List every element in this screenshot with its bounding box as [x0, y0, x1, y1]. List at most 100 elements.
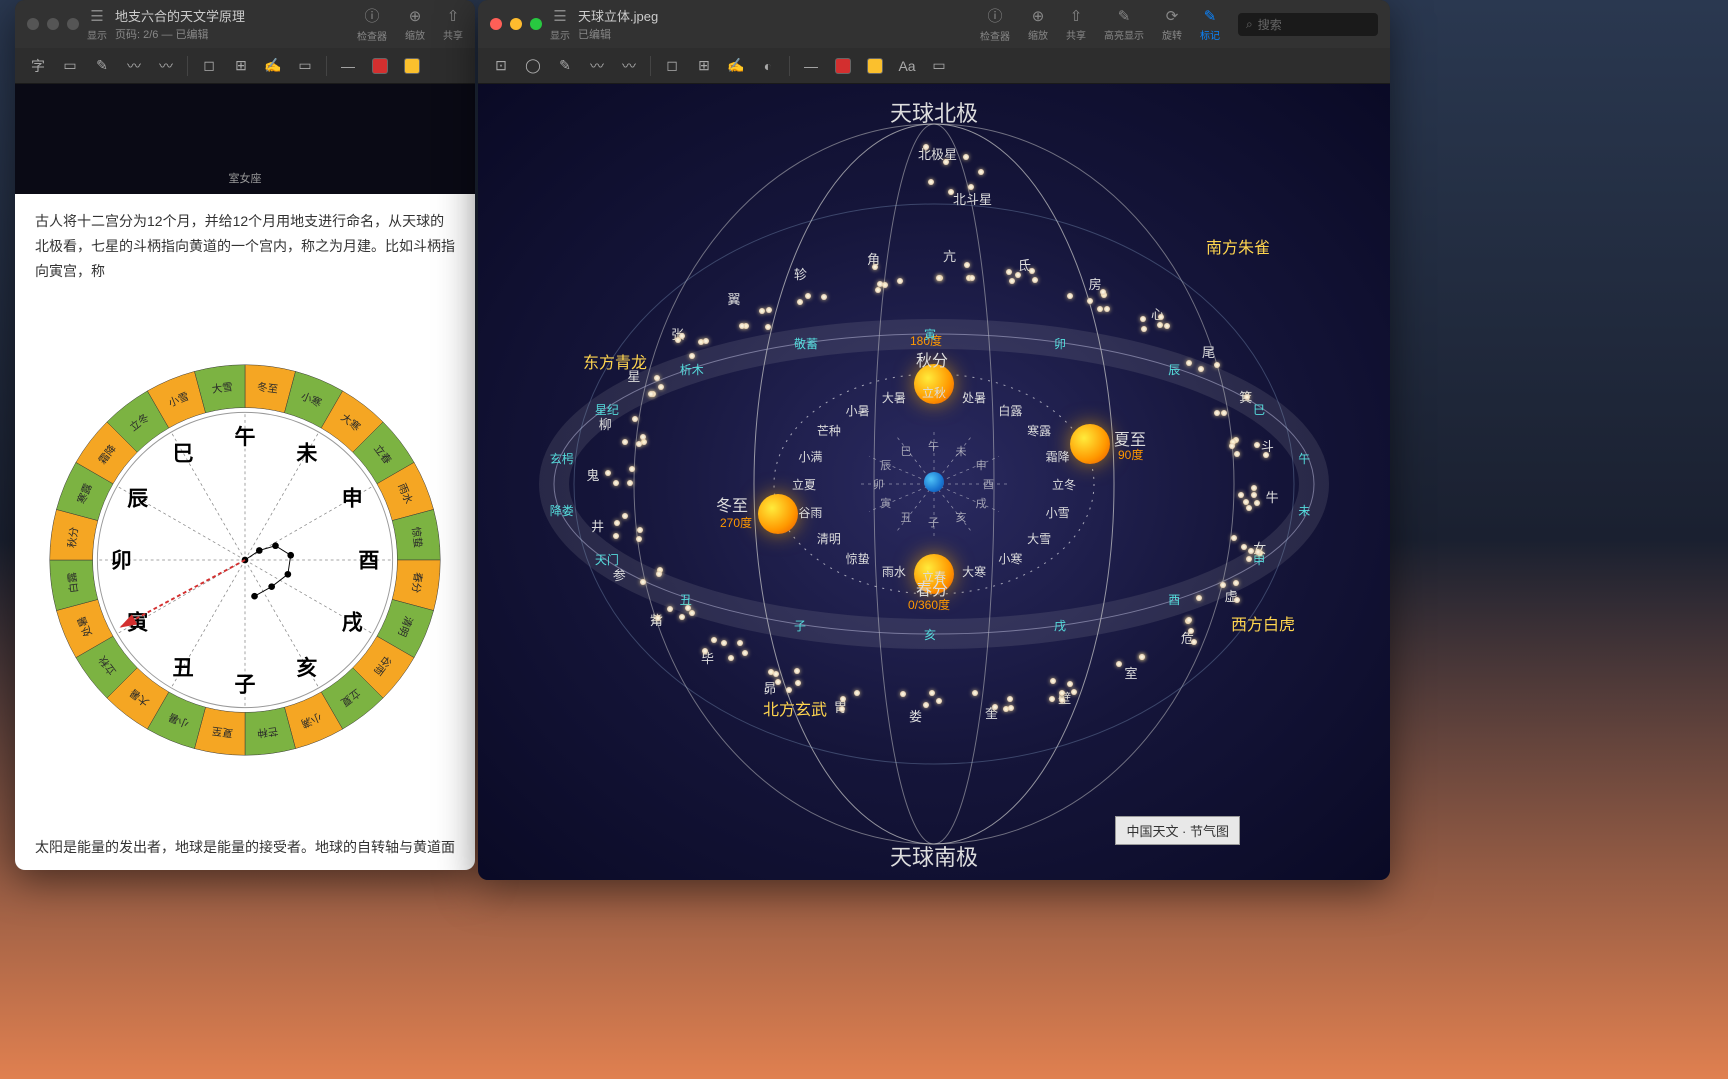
term-清明: 清明 — [817, 530, 841, 547]
sidebar-toggle[interactable]: ☰显示 — [87, 7, 107, 42]
zoom-button[interactable]: ⊕缩放 — [405, 7, 425, 42]
term-立冬: 立冬 — [1052, 476, 1076, 493]
font-tool[interactable]: Aa — [894, 54, 920, 78]
branch-子: 子 — [928, 514, 939, 530]
highlight-tool[interactable]: 〰 — [153, 54, 179, 78]
rotate-button[interactable]: ⟳旋转 — [1162, 7, 1182, 42]
fill-color-2[interactable] — [862, 54, 888, 78]
branch-丑: 丑 — [901, 509, 912, 525]
crop-tool[interactable]: ⊡ — [488, 54, 514, 78]
ringmark-8: 戌 — [1054, 617, 1066, 634]
autumn-equinox-label: 秋分 — [916, 347, 948, 371]
pen-tool[interactable]: 〰 — [121, 54, 147, 78]
constellation-cluster — [1101, 649, 1161, 689]
constellation-cluster — [1195, 577, 1255, 617]
north-pole-label: 天球北极 — [890, 96, 978, 128]
constellation-cluster — [858, 262, 918, 302]
branch-未: 未 — [956, 443, 967, 459]
sign2-tool[interactable]: ✍ — [723, 54, 749, 78]
share-button-2[interactable]: ⇧共享 — [1066, 7, 1086, 42]
minimize-dot[interactable] — [47, 18, 59, 30]
close-dot[interactable] — [27, 18, 39, 30]
select-tool[interactable]: ▭ — [57, 54, 83, 78]
hl2-tool[interactable]: 〰 — [616, 54, 642, 78]
text-tool[interactable]: 字 — [25, 54, 51, 78]
adjust-tool[interactable]: ◐ — [755, 54, 781, 78]
paragraph-2: 太阳是能量的发出者，地球是能量的接受者。地球的自转轴与黄道面 — [15, 820, 475, 870]
svg-text:亥: 亥 — [296, 655, 317, 679]
inspector-button[interactable]: ⓘ检查器 — [357, 5, 387, 43]
constellation-cluster — [1209, 390, 1269, 430]
text-box-tool[interactable]: ⊞ — [228, 54, 254, 78]
ringmark-14: 玄枵 — [550, 450, 574, 467]
ringmark-9: 亥 — [924, 626, 936, 643]
ringmark-10: 子 — [794, 617, 806, 634]
constellation-cluster — [633, 371, 693, 411]
shapes-tool[interactable]: ◻ — [196, 54, 222, 78]
term-处暑: 处暑 — [962, 389, 986, 406]
big-dipper-cluster — [913, 139, 1003, 209]
svg-text:申: 申 — [342, 487, 363, 510]
constellation-cluster — [1154, 616, 1214, 656]
border-color[interactable] — [367, 54, 393, 78]
winter-solstice-label: 冬至 — [716, 492, 748, 516]
sign-tool[interactable]: ✍ — [260, 54, 286, 78]
svg-text:巳: 巳 — [173, 442, 194, 465]
close-button[interactable] — [490, 18, 502, 30]
branch-午: 午 — [928, 438, 939, 454]
ringmark-1: 卯 — [1054, 335, 1066, 352]
fill-color[interactable] — [399, 54, 425, 78]
term-大寒: 大寒 — [962, 563, 986, 580]
ringmark-12: 天门 — [595, 551, 619, 568]
border-color-2[interactable] — [830, 54, 856, 78]
markup-button[interactable]: ✎标记 — [1200, 7, 1220, 42]
inspector-button-2[interactable]: ⓘ检查器 — [980, 5, 1010, 43]
desc-tool[interactable]: ▭ — [926, 54, 952, 78]
constellation-cluster — [790, 276, 850, 316]
markup-toolbar-2: ⊡ ◯ ✎ 〰 〰 ◻ ⊞ ✍ ◐ — Aa ▭ — [478, 48, 1390, 84]
svg-text:戌: 戌 — [342, 611, 363, 634]
stroke-tool[interactable]: — — [335, 54, 361, 78]
alpha-tool[interactable]: ✎ — [552, 54, 578, 78]
zodiac-wheel-chart: 冬至小寒大寒立春雨水惊蛰春分清明谷雨立夏小满芒种夏至小暑大暑立秋处暑白露秋分寒露… — [35, 310, 455, 810]
term-谷雨: 谷雨 — [798, 504, 822, 521]
term-白露: 白露 — [998, 402, 1022, 419]
lasso-tool[interactable]: ◯ — [520, 54, 546, 78]
zoom-button-2[interactable]: ⊕缩放 — [1028, 7, 1048, 42]
constellation-cluster — [970, 686, 1030, 726]
constellation-cluster — [930, 259, 990, 299]
sun-winter — [758, 494, 798, 534]
constellation-cluster — [1222, 532, 1282, 572]
svg-text:酉: 酉 — [358, 549, 379, 572]
search-field[interactable]: ⌕ 搜索 — [1238, 13, 1378, 36]
branch-寅: 寅 — [880, 495, 891, 511]
highlight-button[interactable]: ✎高亮显示 — [1104, 7, 1144, 42]
textbox2-tool[interactable]: ⊞ — [691, 54, 717, 78]
traffic-lights-1 — [27, 18, 79, 30]
maximize-dot[interactable] — [67, 18, 79, 30]
term-小寒: 小寒 — [998, 550, 1022, 567]
note-tool[interactable]: ▭ — [292, 54, 318, 78]
sidebar-toggle-2[interactable]: ☰显示 — [550, 7, 570, 42]
shapes2-tool[interactable]: ◻ — [659, 54, 685, 78]
minimize-button[interactable] — [510, 18, 522, 30]
term-芒种: 芒种 — [817, 422, 841, 439]
constellation-cluster — [594, 463, 654, 503]
constellation-cluster — [898, 689, 958, 729]
constellation-cluster — [702, 635, 762, 675]
stroke2-tool[interactable]: — — [798, 54, 824, 78]
maximize-button[interactable] — [530, 18, 542, 30]
term-立夏: 立夏 — [792, 476, 816, 493]
preview-window-document: ☰显示 地支六合的天文学原理 页码: 2/6 — 已编辑 ⓘ检查器 ⊕缩放 ⇧共… — [15, 0, 475, 870]
svg-text:卯: 卯 — [111, 549, 132, 572]
constellation-cluster — [1229, 437, 1289, 477]
term-雨水: 雨水 — [882, 563, 906, 580]
branch-酉: 酉 — [983, 476, 994, 492]
svg-text:丑: 丑 — [173, 656, 194, 679]
draw-tool[interactable]: ✎ — [89, 54, 115, 78]
pen2-tool[interactable]: 〰 — [584, 54, 610, 78]
ringmark-4: 午 — [1298, 450, 1310, 467]
constellation-cluster — [761, 663, 821, 703]
winter-deg: 270度 — [720, 514, 752, 531]
share-button[interactable]: ⇧共享 — [443, 7, 463, 42]
